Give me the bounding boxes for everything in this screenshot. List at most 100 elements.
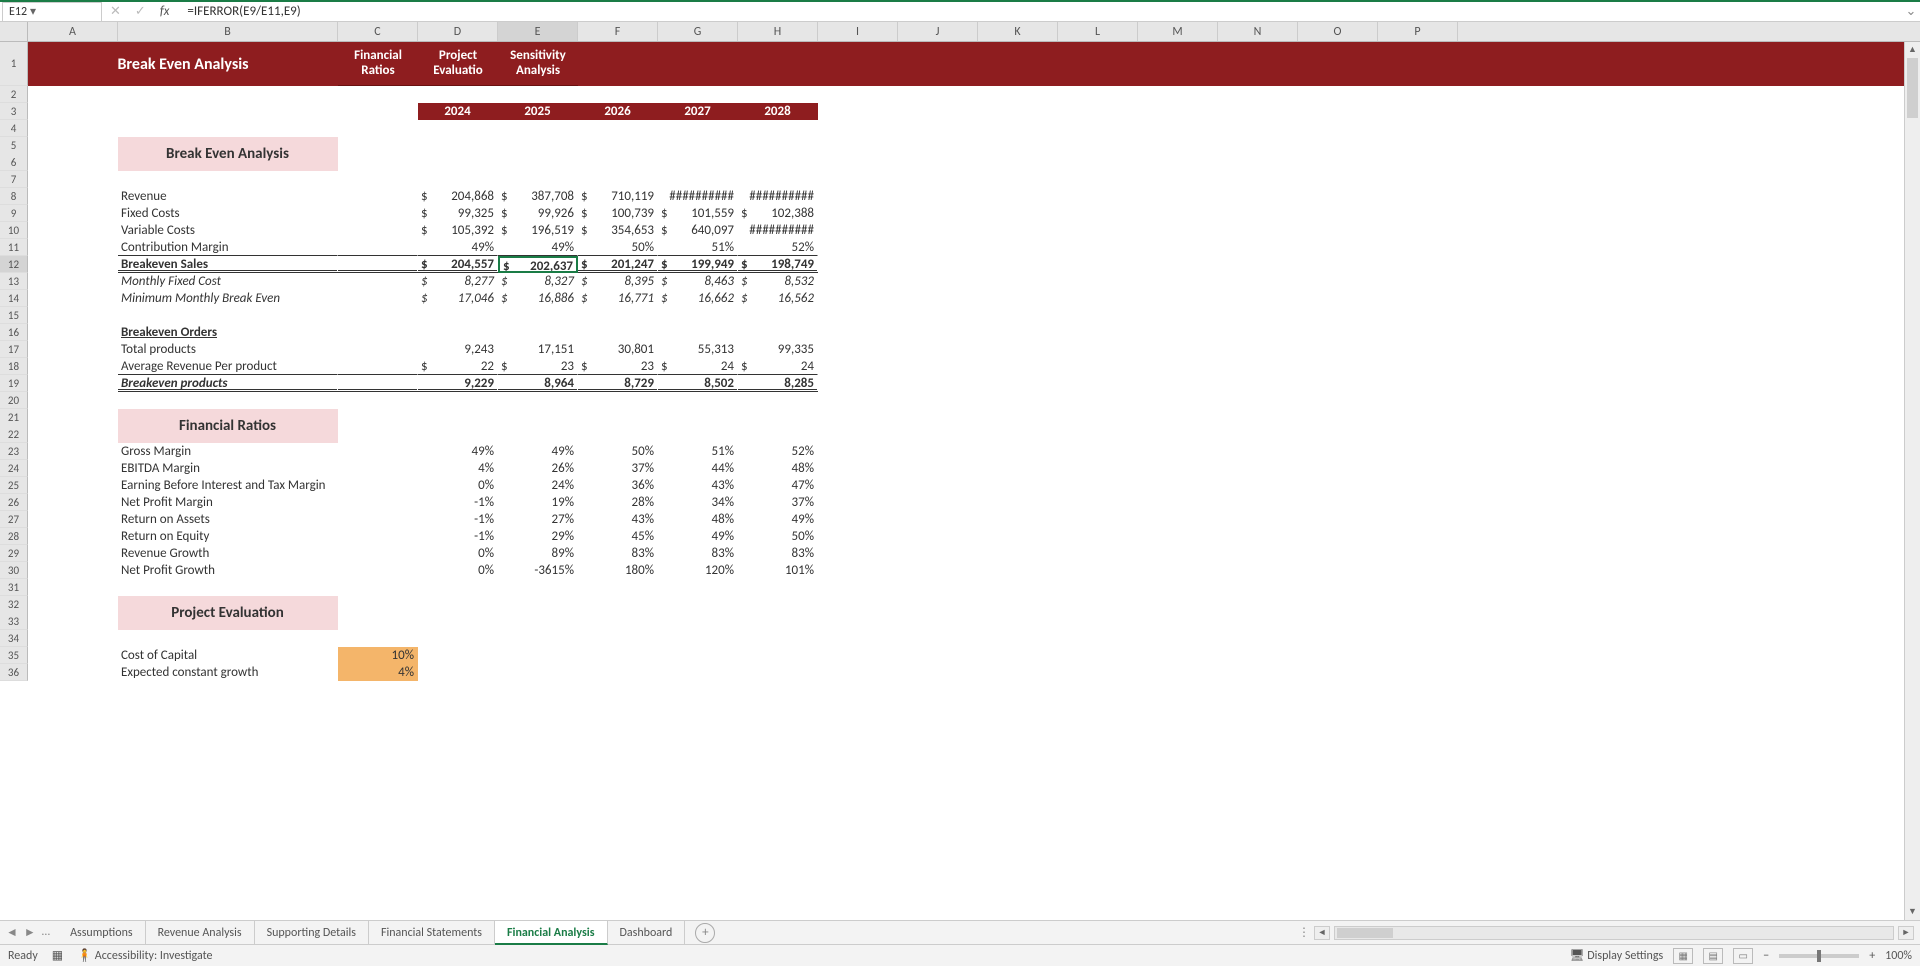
row-header[interactable]: 18 (0, 358, 28, 375)
scroll-up-icon[interactable]: ▲ (1905, 42, 1920, 58)
add-sheet-button[interactable]: + (695, 923, 715, 943)
tab-revenue-analysis[interactable]: Revenue Analysis (146, 921, 255, 945)
row-header[interactable]: 36 (0, 664, 28, 681)
row-header[interactable]: 19 (0, 375, 28, 392)
zoom-level[interactable]: 100% (1885, 949, 1912, 963)
zoom-out-button[interactable]: − (1763, 949, 1769, 963)
view-page-layout-button[interactable]: ▤ (1703, 948, 1723, 964)
row-header[interactable]: 31 (0, 579, 28, 596)
row-header[interactable]: 10 (0, 222, 28, 239)
cell[interactable]: 83% (578, 545, 658, 562)
cell[interactable]: $387,708 (498, 188, 578, 205)
cell[interactable]: 49% (738, 511, 818, 528)
row-header[interactable]: 12 (0, 256, 28, 273)
cell[interactable]: 8,729 (578, 375, 658, 392)
col-header[interactable]: A (28, 22, 118, 41)
row-header[interactable]: 3 (0, 103, 28, 120)
cell[interactable]: $198,749 (738, 256, 818, 273)
col-header[interactable]: N (1218, 22, 1298, 41)
cell[interactable]: -1% (418, 511, 498, 528)
financial-ratios-button[interactable]: FinancialRatios (338, 42, 418, 86)
view-page-break-button[interactable]: ▭ (1733, 948, 1753, 964)
row-header[interactable]: 27 (0, 511, 28, 528)
cell[interactable]: 50% (578, 239, 658, 256)
row-header[interactable]: 35 (0, 647, 28, 664)
cell[interactable]: $16,886 (498, 290, 578, 307)
cell[interactable]: 49% (418, 239, 498, 256)
col-header[interactable]: J (898, 22, 978, 41)
row-header[interactable]: 7 (0, 171, 28, 188)
col-header[interactable]: G (658, 22, 738, 41)
cell[interactable]: 45% (578, 528, 658, 545)
cell[interactable]: 9,243 (418, 341, 498, 358)
cell[interactable]: -1% (418, 494, 498, 511)
cell[interactable]: 37% (738, 494, 818, 511)
cell[interactable]: $16,771 (578, 290, 658, 307)
vertical-scrollbar[interactable]: ▲ ▼ (1904, 42, 1920, 920)
cell[interactable]: $101,559 (658, 205, 738, 222)
cell[interactable]: 10% (338, 647, 418, 664)
cell[interactable]: 37% (578, 460, 658, 477)
cell[interactable]: 49% (418, 443, 498, 460)
cell[interactable]: $204,557 (418, 256, 498, 273)
active-cell[interactable]: $202,637 (498, 256, 578, 273)
cell[interactable]: $16,662 (658, 290, 738, 307)
row-header[interactable]: 1 (0, 42, 28, 86)
cell[interactable]: 4% (418, 460, 498, 477)
cell[interactable]: $24 (658, 358, 738, 375)
col-header[interactable]: I (818, 22, 898, 41)
grid-body[interactable]: 1 Break Even Analysis FinancialRatios Pr… (0, 42, 1920, 920)
cell[interactable]: 89% (498, 545, 578, 562)
col-header[interactable]: D (418, 22, 498, 41)
cell[interactable]: 43% (578, 511, 658, 528)
macro-record-icon[interactable]: ▦ (52, 948, 63, 963)
cell[interactable]: $23 (498, 358, 578, 375)
cell[interactable]: ########## (738, 188, 818, 205)
row-header[interactable]: 28 (0, 528, 28, 545)
cell[interactable]: $22 (418, 358, 498, 375)
row-header[interactable]: 13 (0, 273, 28, 290)
cell[interactable]: $17,046 (418, 290, 498, 307)
cell[interactable]: 48% (658, 511, 738, 528)
cell[interactable]: -3615% (498, 562, 578, 579)
tab-dashboard[interactable]: Dashboard (608, 921, 686, 945)
cell[interactable]: 8,964 (498, 375, 578, 392)
col-header[interactable]: C (338, 22, 418, 41)
row-header[interactable]: 26 (0, 494, 28, 511)
formula-input[interactable]: =IFERROR(E9/E11,E9) (183, 4, 1902, 19)
cell[interactable]: 83% (658, 545, 738, 562)
cell[interactable]: $640,097 (658, 222, 738, 239)
cell[interactable]: 43% (658, 477, 738, 494)
cell[interactable]: 49% (498, 239, 578, 256)
cell[interactable]: $8,532 (738, 273, 818, 290)
cell[interactable]: $24 (738, 358, 818, 375)
cell[interactable]: $710,119 (578, 188, 658, 205)
cell[interactable]: -1% (418, 528, 498, 545)
col-header[interactable]: E (498, 22, 578, 41)
tab-supporting-details[interactable]: Supporting Details (255, 921, 369, 945)
cell[interactable]: 52% (738, 239, 818, 256)
row-header[interactable]: 2122 (0, 409, 28, 443)
cell[interactable]: 50% (738, 528, 818, 545)
row-header[interactable]: 17 (0, 341, 28, 358)
col-header[interactable]: B (118, 22, 338, 41)
project-evaluation-button[interactable]: ProjectEvaluatio (418, 42, 498, 86)
scrollbar-thumb[interactable] (1337, 928, 1393, 938)
cell[interactable]: 8,502 (658, 375, 738, 392)
row-header[interactable]: 23 (0, 443, 28, 460)
cell[interactable]: 8,285 (738, 375, 818, 392)
view-normal-button[interactable]: ▦ (1673, 948, 1693, 964)
cell[interactable]: 17,151 (498, 341, 578, 358)
row-header[interactable]: 8 (0, 188, 28, 205)
row-header[interactable]: 16 (0, 324, 28, 341)
cell[interactable]: $8,395 (578, 273, 658, 290)
name-box[interactable]: E12 ▾ (2, 2, 102, 22)
cell[interactable]: 28% (578, 494, 658, 511)
col-header[interactable]: M (1138, 22, 1218, 41)
cell[interactable]: 48% (738, 460, 818, 477)
row-header[interactable]: 15 (0, 307, 28, 324)
row-header[interactable]: 56 (0, 137, 28, 171)
tab-nav-more-icon[interactable]: … (42, 925, 50, 940)
cell[interactable]: 19% (498, 494, 578, 511)
col-header[interactable]: L (1058, 22, 1138, 41)
